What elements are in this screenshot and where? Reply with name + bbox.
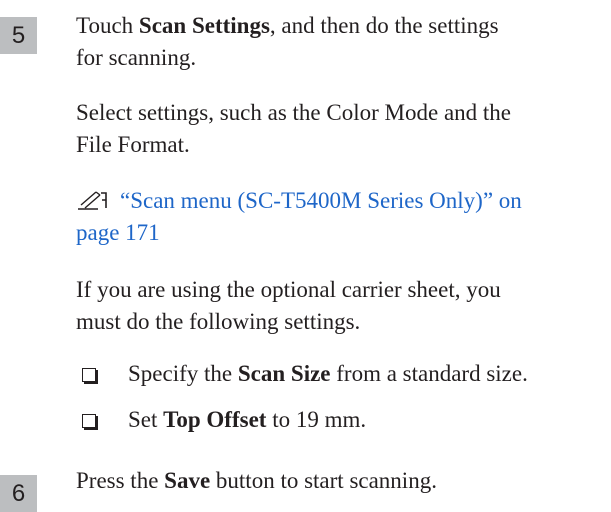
pencil-reference-icon <box>78 191 107 210</box>
paragraph-carrier-sheet-line-2: must do the following settings. <box>76 309 361 334</box>
scan-settings-term: Scan Settings <box>138 13 270 38</box>
scan-size-term: Scan Size <box>237 361 331 386</box>
bullet-scan-size: Specify the Scan Size from a standard si… <box>128 361 528 386</box>
paragraph-select-settings-line-2: File Format. <box>76 132 190 157</box>
reference-link-page[interactable]: page 171 <box>76 218 160 248</box>
save-term: Save <box>164 468 211 493</box>
step-number: 6 <box>11 479 26 507</box>
scan-menu-reference-link[interactable]: “Scan menu (SC-T5400M Series Only)” on <box>76 186 522 216</box>
step-6-instruction: Press the Save button to start scanning. <box>76 468 437 493</box>
top-offset-term: Top Offset <box>163 407 267 432</box>
reference-link-text-line-1[interactable]: “Scan menu (SC-T5400M Series Only)” on <box>120 188 522 213</box>
checkbox-icon <box>82 368 96 382</box>
step-number: 5 <box>11 21 26 49</box>
paragraph-select-settings-line-1: Select settings, such as the Color Mode … <box>76 100 512 125</box>
step-number-badge: 5 <box>0 17 37 54</box>
step-5-instruction-line-2: for scanning. <box>76 45 197 70</box>
step-5-instruction-line-1: Touch Scan Settings, and then do the set… <box>76 13 499 38</box>
checkbox-icon <box>82 414 96 428</box>
paragraph-carrier-sheet-line-1: If you are using the optional carrier sh… <box>76 277 501 302</box>
bullet-top-offset: Set Top Offset to 19 mm. <box>128 407 367 432</box>
step-number-badge: 6 <box>0 475 37 512</box>
